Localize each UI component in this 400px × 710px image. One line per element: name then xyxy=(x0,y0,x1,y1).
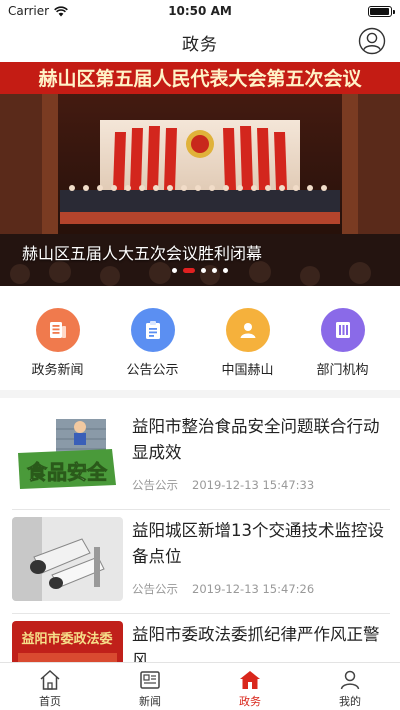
banner-caption[interactable]: 赫山区五届人大五次会议胜利闭幕 xyxy=(22,240,262,264)
carousel-dot[interactable] xyxy=(201,268,206,273)
section-divider xyxy=(0,390,400,398)
news-time: 2019-12-13 15:47:33 xyxy=(192,478,315,492)
quick-link-label: 中国赫山 xyxy=(221,363,274,378)
newspaper-icon xyxy=(140,671,160,689)
battery-fill xyxy=(370,7,389,15)
banner-carousel[interactable]: 赫山区第五届人民代表大会第五次会议 赫山区五届人大五次会议胜利闭幕 xyxy=(0,62,400,286)
battery-icon xyxy=(368,5,395,17)
news-meta: 公告公示 2019-12-13 15:47:26 xyxy=(132,581,314,597)
nav-bar: 政务 xyxy=(0,22,400,62)
quick-link-heshan[interactable]: 中国赫山 xyxy=(208,308,288,378)
quick-link-departments[interactable]: 部门机构 xyxy=(303,308,383,378)
carousel-dot[interactable] xyxy=(212,268,217,273)
quick-links: 政务新闻 公告公示 中国赫山 部门机构 xyxy=(0,308,400,378)
news-item[interactable]: 食品安全 益阳市整治食品安全问题联合行动显成效 公告公示 2019-12-13 1… xyxy=(0,404,400,510)
tab-bar: 首页 新闻 政务 我的 xyxy=(0,662,400,710)
quick-link-label: 部门机构 xyxy=(316,363,369,378)
news-time: 2019-12-13 15:47:26 xyxy=(192,582,315,596)
carousel-indicator[interactable] xyxy=(0,268,400,273)
tab-government[interactable]: 政务 xyxy=(200,663,300,710)
news-thumbnail xyxy=(12,517,123,601)
book-icon xyxy=(320,308,365,352)
thumb-text: 食品安全 xyxy=(27,460,108,484)
news-title[interactable]: 益阳市整治食品安全问题联合行动显成效 xyxy=(132,414,390,466)
tab-home[interactable]: 首页 xyxy=(0,663,100,710)
page-title: 政务 xyxy=(182,34,218,55)
quick-link-label: 政务新闻 xyxy=(31,363,84,378)
news-category: 公告公示 xyxy=(132,478,178,492)
clipboard-icon xyxy=(130,308,175,352)
tab-news[interactable]: 新闻 xyxy=(100,663,200,710)
quick-link-news[interactable]: 政务新闻 xyxy=(18,308,98,378)
carousel-dot[interactable] xyxy=(172,268,177,273)
tab-label: 我的 xyxy=(339,695,361,708)
news-title[interactable]: 益阳城区新增13个交通技术监控设备点位 xyxy=(132,518,390,570)
news-item[interactable]: 益阳城区新增13个交通技术监控设备点位 公告公示 2019-12-13 15:47… xyxy=(0,508,400,614)
banner-sign-text: 赫山区第五届人民代表大会第五次会议 xyxy=(38,67,362,90)
carousel-dot[interactable] xyxy=(223,268,228,273)
tab-label: 首页 xyxy=(39,695,61,708)
quick-link-announcements[interactable]: 公告公示 xyxy=(113,308,193,378)
status-time: 10:50 AM xyxy=(168,4,232,18)
news-icon xyxy=(35,308,80,352)
quick-link-label: 公告公示 xyxy=(126,363,179,378)
news-thumbnail: 食品安全 xyxy=(12,413,123,497)
status-bar: Carrier 10:50 AM xyxy=(0,0,400,22)
news-category: 公告公示 xyxy=(132,582,178,596)
home-icon xyxy=(40,669,60,690)
tab-label: 政务 xyxy=(239,695,261,708)
government-icon xyxy=(240,671,260,689)
profile-icon xyxy=(340,670,360,690)
news-meta: 公告公示 2019-12-13 15:47:33 xyxy=(132,477,314,493)
tab-label: 新闻 xyxy=(139,695,161,708)
user-circle-icon[interactable] xyxy=(358,27,386,55)
thumb-text: 益阳市委政法委 xyxy=(21,631,112,647)
person-icon xyxy=(225,308,270,352)
carousel-dot[interactable] xyxy=(183,268,195,273)
tab-profile[interactable]: 我的 xyxy=(300,663,400,710)
